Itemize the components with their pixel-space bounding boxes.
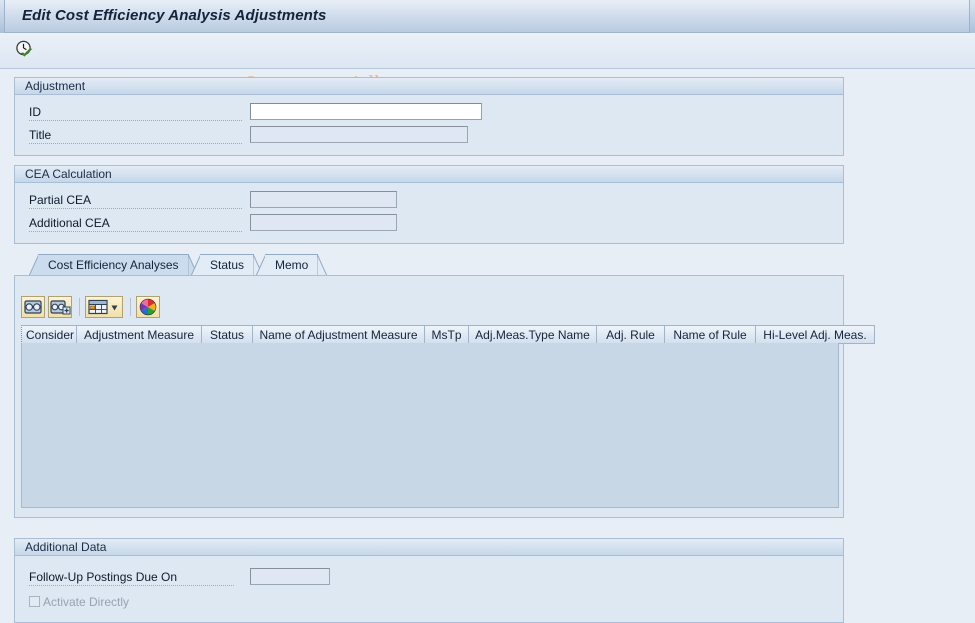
toolbar-separator-1 <box>79 298 80 316</box>
clock-check-icon[interactable] <box>12 37 42 63</box>
cost-efficiency-analyses-panel: Consider Adjustment Measure Status Name of … <box>14 275 875 518</box>
cea-calculation-group-body: Partial CEA Additional CEA <box>15 190 843 235</box>
page-title: Edit Cost Efficiency Analysis Adjustment… <box>22 7 327 24</box>
column-header-label: Name of Rule <box>673 328 747 342</box>
title-bar-left-edge <box>0 0 5 33</box>
find-next-icon[interactable] <box>48 296 72 318</box>
tab-label-wrap: Memo <box>265 254 319 277</box>
activate-directly-checkbox[interactable] <box>29 596 40 607</box>
tab-cost-efficiency-analyses[interactable]: Cost Efficiency Analyses <box>28 253 199 277</box>
id-input[interactable] <box>250 103 482 120</box>
additional-data-group: Additional Data Follow-Up Postings Due O… <box>14 538 844 623</box>
additional-data-group-title: Additional Data <box>15 539 843 556</box>
title-label: Title <box>29 128 242 144</box>
additional-data-group-body: Follow-Up Postings Due On Activate Direc… <box>15 567 843 613</box>
column-header[interactable]: Name of Rule <box>665 325 756 344</box>
column-header-label: Name of Adjustment Measure <box>259 328 418 342</box>
tab-strip: Cost Efficiency Analyses Status Memo <box>14 253 844 277</box>
form-row-title: Title <box>15 125 843 147</box>
column-header[interactable]: Adj.Meas.Type Name <box>469 325 597 344</box>
find-icon[interactable] <box>21 296 45 318</box>
column-header-label: Adj. Rule <box>606 328 655 342</box>
cea-calculation-group-title: CEA Calculation <box>15 166 843 183</box>
form-row-partial-cea: Partial CEA <box>15 190 843 212</box>
grid-rows-area[interactable] <box>21 343 839 508</box>
column-header[interactable]: Name of Adjustment Measure <box>253 325 425 344</box>
column-header-label: Status <box>209 328 245 342</box>
follow-up-postings-label: Follow-Up Postings Due On <box>29 570 234 586</box>
column-header-label: Hi-Level Adj. Meas. <box>763 328 867 342</box>
partial-cea-label: Partial CEA <box>29 193 242 209</box>
column-header[interactable]: MsTp <box>425 325 469 344</box>
additional-cea-label: Additional CEA <box>29 216 242 232</box>
grid-column-headers: Consider Adjustment Measure Status Name of … <box>21 325 875 344</box>
id-label: ID <box>29 105 242 121</box>
tab-status[interactable]: Status <box>190 253 264 277</box>
additional-cea-input[interactable] <box>250 214 397 231</box>
cea-calculation-group: CEA Calculation Partial CEA Additional C… <box>14 165 844 244</box>
tab-right-slant <box>316 253 329 277</box>
form-row-activate-directly: Activate Directly <box>15 593 843 613</box>
column-header-label: Adjustment Measure <box>83 328 195 342</box>
form-row-id: ID <box>15 102 843 124</box>
adjustment-group-title: Adjustment <box>15 78 843 95</box>
title-bar-right-edge <box>969 0 975 33</box>
tab-label-wrap: Cost Efficiency Analyses <box>38 254 189 277</box>
partial-cea-input[interactable] <box>250 191 397 208</box>
tab-label: Status <box>210 258 245 272</box>
grid-toolbar <box>21 296 163 322</box>
layout-settings-icon[interactable] <box>85 296 123 318</box>
tab-label: Cost Efficiency Analyses <box>48 258 179 272</box>
window-title-bar: Edit Cost Efficiency Analysis Adjustment… <box>0 0 975 33</box>
column-header[interactable]: Hi-Level Adj. Meas. <box>756 325 875 344</box>
column-header-label: Consider <box>26 328 75 342</box>
tab-label: Memo <box>275 258 309 272</box>
toolbar-separator-2 <box>130 298 131 316</box>
form-row-follow-up: Follow-Up Postings Due On <box>15 567 843 589</box>
title-input[interactable] <box>250 126 468 143</box>
activate-directly-label: Activate Directly <box>43 595 130 609</box>
adjustment-group-body: ID Title <box>15 102 843 147</box>
column-header[interactable]: Consider <box>21 325 77 344</box>
column-header[interactable]: Adj. Rule <box>597 325 665 344</box>
form-row-additional-cea: Additional CEA <box>15 213 843 235</box>
tab-label-wrap: Status <box>200 254 255 277</box>
color-palette-icon[interactable] <box>136 296 160 318</box>
column-header[interactable]: Status <box>202 325 253 344</box>
application-toolbar: © www.tutorialkart.com <box>0 33 975 95</box>
follow-up-postings-input[interactable] <box>250 568 330 585</box>
adjustment-group: Adjustment ID Title <box>14 77 844 156</box>
tab-memo[interactable]: Memo <box>255 253 329 277</box>
column-header-label: Adj.Meas.Type Name <box>475 328 590 342</box>
column-header-label: MsTp <box>431 328 462 342</box>
column-header[interactable]: Adjustment Measure <box>77 325 202 344</box>
